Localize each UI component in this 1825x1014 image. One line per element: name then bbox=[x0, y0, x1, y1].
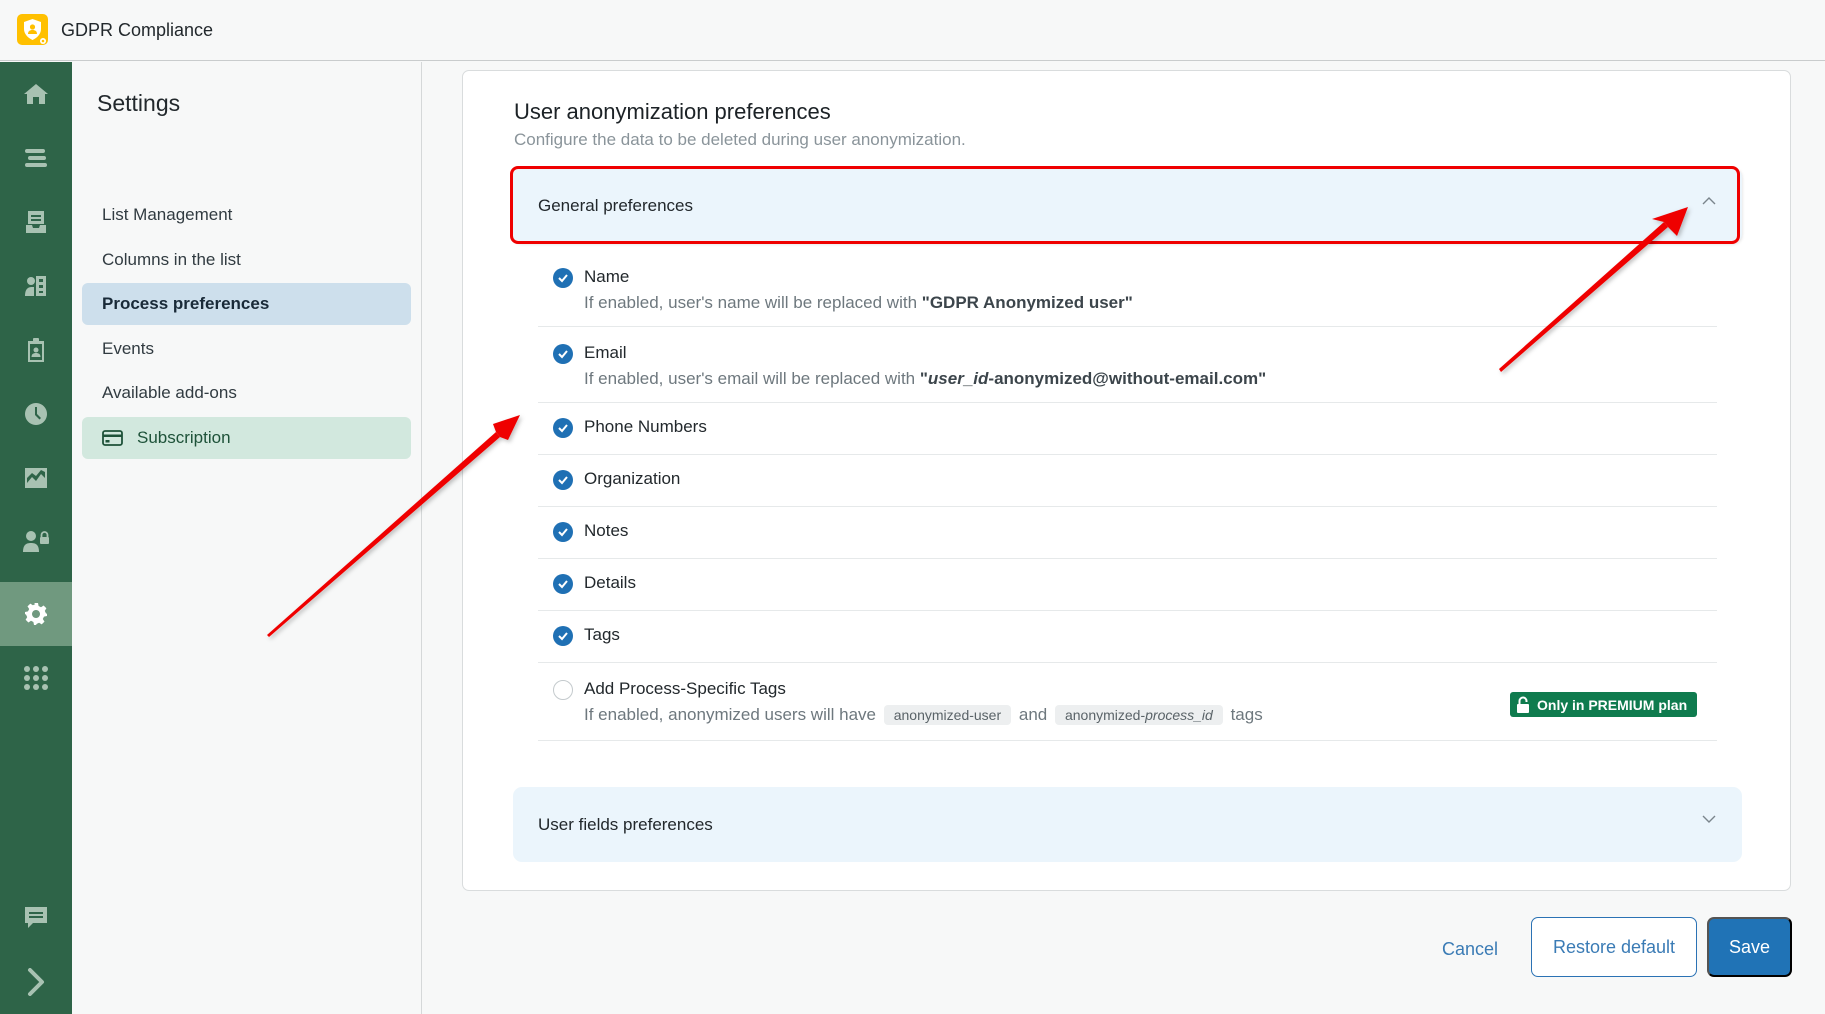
rail-item-expand[interactable] bbox=[0, 950, 72, 1014]
tag-chip-anonymized-user: anonymized-user bbox=[883, 705, 1012, 725]
chevron-down-icon bbox=[1702, 815, 1716, 823]
subnav-item-subscription[interactable]: Subscription bbox=[82, 417, 411, 459]
chevron-right-icon bbox=[28, 968, 44, 996]
credit-card-icon bbox=[102, 430, 123, 446]
option-label: Organization bbox=[584, 469, 681, 488]
user-fields-preferences-header[interactable]: User fields preferences bbox=[513, 787, 1742, 862]
rail-item-feedback[interactable] bbox=[0, 886, 72, 950]
subnav-item-process-preferences[interactable]: Process preferences bbox=[82, 283, 411, 325]
settings-subnav: Settings List Management Columns in the … bbox=[72, 62, 422, 1014]
inbox-icon bbox=[26, 211, 46, 233]
premium-badge-label: Only in PREMIUM plan bbox=[1537, 696, 1688, 713]
page-title: User anonymization preferences bbox=[514, 99, 831, 124]
shield-user-icon bbox=[17, 14, 48, 45]
general-preferences-title: General preferences bbox=[538, 195, 693, 215]
icon-rail bbox=[0, 62, 72, 1014]
option-label: Notes bbox=[584, 521, 629, 540]
clock-icon bbox=[25, 403, 48, 425]
subnav-item-list-management[interactable]: List Management bbox=[82, 194, 411, 236]
unlock-icon bbox=[1517, 696, 1529, 713]
check-icon bbox=[558, 528, 568, 537]
rail-item-apps[interactable] bbox=[0, 646, 72, 710]
option-name: Name If enabled, user's name will be rep… bbox=[538, 251, 1717, 327]
chat-icon bbox=[25, 907, 47, 928]
rail-item-home[interactable] bbox=[0, 62, 72, 126]
option-label: Details bbox=[584, 573, 636, 592]
subscription-label: Subscription bbox=[137, 428, 231, 447]
details-checkbox[interactable] bbox=[553, 574, 573, 594]
option-tags: Tags bbox=[538, 611, 1717, 663]
rail-item-clipboard[interactable] bbox=[0, 318, 72, 382]
rail-item-users-access[interactable] bbox=[0, 510, 72, 574]
user-fields-preferences-title: User fields preferences bbox=[538, 814, 713, 834]
option-description: If enabled, anonymized users will have a… bbox=[584, 705, 1263, 725]
subnav-item-events[interactable]: Events bbox=[82, 328, 411, 370]
grid-icon bbox=[24, 666, 48, 690]
option-label: Tags bbox=[584, 625, 620, 644]
organization-checkbox[interactable] bbox=[553, 470, 573, 490]
subnav-item-columns[interactable]: Columns in the list bbox=[82, 239, 411, 281]
restore-default-button[interactable]: Restore default bbox=[1531, 917, 1697, 977]
rail-item-contacts[interactable] bbox=[0, 254, 72, 318]
email-checkbox[interactable] bbox=[553, 344, 573, 364]
tag-chip-anonymized-process: anonymized-process_id bbox=[1054, 705, 1223, 725]
check-icon bbox=[558, 350, 568, 359]
option-email: Email If enabled, user's email will be r… bbox=[538, 327, 1717, 403]
tags-checkbox[interactable] bbox=[553, 626, 573, 646]
anonymization-card: User anonymization preferences Configure… bbox=[462, 70, 1791, 891]
rail-item-settings[interactable] bbox=[0, 582, 72, 646]
check-icon bbox=[558, 274, 568, 283]
rail-item-history[interactable] bbox=[0, 382, 72, 446]
check-icon bbox=[558, 632, 568, 641]
page-subtitle: Configure the data to be deleted during … bbox=[514, 130, 966, 149]
chart-icon bbox=[25, 468, 47, 488]
rail-item-inbox[interactable] bbox=[0, 190, 72, 254]
list-icon bbox=[25, 149, 47, 167]
subnav-title: Settings bbox=[97, 90, 181, 116]
option-label: Name bbox=[584, 267, 630, 286]
clipboard-user-icon bbox=[28, 338, 44, 362]
cancel-button[interactable]: Cancel bbox=[1430, 920, 1510, 978]
check-icon bbox=[558, 580, 568, 589]
option-organization: Organization bbox=[538, 455, 1717, 507]
check-icon bbox=[558, 424, 568, 433]
app-title: GDPR Compliance bbox=[61, 20, 214, 40]
option-label: Email bbox=[584, 343, 627, 362]
chevron-up-icon bbox=[1702, 197, 1716, 205]
process-tags-checkbox[interactable] bbox=[553, 680, 573, 700]
name-checkbox[interactable] bbox=[553, 268, 573, 288]
option-description: If enabled, user's name will be replaced… bbox=[584, 293, 1133, 312]
save-button[interactable]: Save bbox=[1707, 917, 1792, 977]
user-lock-icon bbox=[23, 531, 49, 552]
notes-checkbox[interactable] bbox=[553, 522, 573, 542]
home-icon bbox=[24, 84, 48, 104]
option-phone-numbers: Phone Numbers bbox=[538, 403, 1717, 455]
top-bar: GDPR Compliance bbox=[0, 0, 1825, 61]
premium-badge[interactable]: Only in PREMIUM plan bbox=[1510, 692, 1698, 717]
general-preferences-header[interactable]: General preferences bbox=[513, 168, 1742, 243]
option-notes: Notes bbox=[538, 507, 1717, 559]
phone-numbers-checkbox[interactable] bbox=[553, 418, 573, 438]
rail-item-list[interactable] bbox=[0, 126, 72, 190]
general-options-list: Name If enabled, user's name will be rep… bbox=[538, 251, 1717, 741]
check-icon bbox=[558, 476, 568, 485]
option-label: Add Process-Specific Tags bbox=[584, 679, 786, 698]
rail-item-reports[interactable] bbox=[0, 446, 72, 510]
option-label: Phone Numbers bbox=[584, 417, 707, 436]
option-process-specific-tags: Add Process-Specific Tags If enabled, an… bbox=[538, 663, 1717, 741]
option-description: If enabled, user's email will be replace… bbox=[584, 369, 1267, 388]
gear-icon bbox=[25, 603, 47, 625]
option-details: Details bbox=[538, 559, 1717, 611]
subnav-item-add-ons[interactable]: Available add-ons bbox=[82, 372, 411, 414]
contact-book-icon bbox=[25, 276, 46, 296]
